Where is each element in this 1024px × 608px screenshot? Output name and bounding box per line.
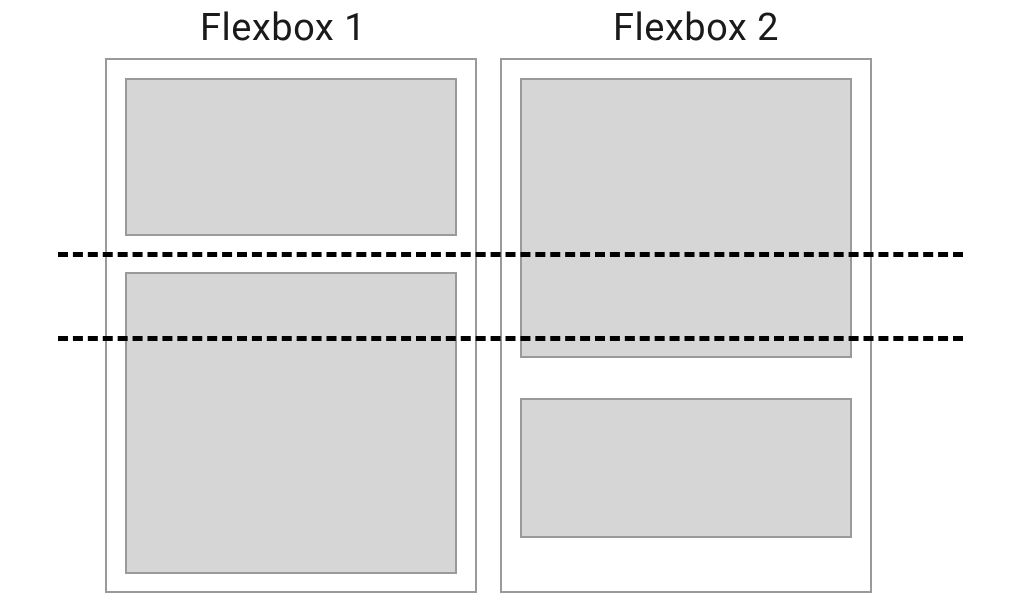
flexbox-2-container: [500, 58, 872, 593]
flexbox-1-item-bottom: [125, 272, 457, 574]
flexbox-1-label: Flexbox 1: [200, 6, 366, 50]
flexbox-2-item-top: [520, 78, 852, 358]
flexbox-1-item-top: [125, 78, 457, 236]
guide-line-2: [58, 336, 963, 341]
guide-line-1: [58, 252, 963, 257]
flexbox-1-container: [105, 58, 477, 593]
flexbox-2-label: Flexbox 2: [613, 6, 779, 50]
flexbox-2-item-bottom: [520, 398, 852, 538]
flexbox-diagram: Flexbox 1 Flexbox 2: [0, 0, 1024, 608]
